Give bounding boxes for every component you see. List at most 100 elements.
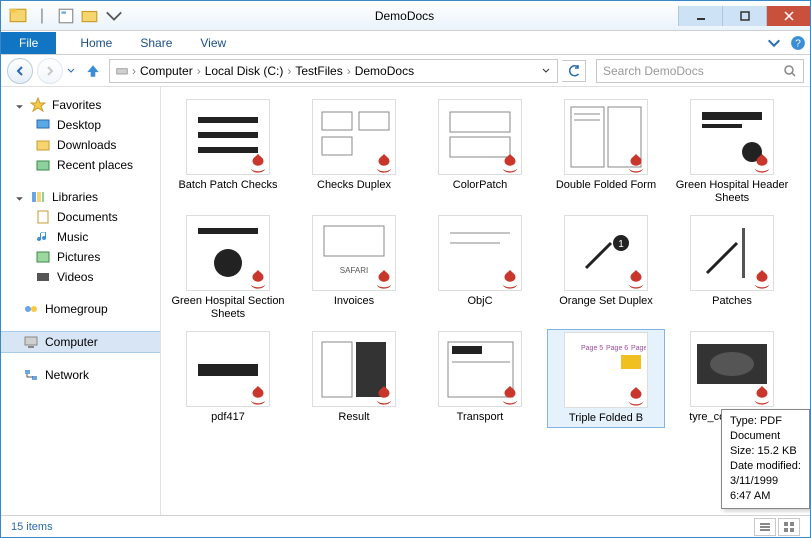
documents-icon [35, 209, 51, 225]
breadcrumb-dropdown-icon[interactable] [539, 67, 553, 75]
file-thumbnail [690, 331, 774, 407]
file-item[interactable]: Green Hospital Header Sheets [673, 97, 791, 207]
view-thumbnails-button[interactable] [778, 518, 800, 536]
file-item[interactable]: Page 5Page 6Page 1Triple Folded B [547, 329, 665, 428]
statusbar: 15 items [1, 515, 810, 537]
file-label: ColorPatch [423, 179, 537, 192]
sidebar-item-downloads[interactable]: Downloads [1, 135, 160, 155]
svg-text:1: 1 [618, 239, 624, 250]
file-label: ObjC [423, 295, 537, 308]
refresh-button[interactable] [562, 60, 586, 82]
minimize-button[interactable] [678, 6, 722, 26]
drive-icon [114, 63, 130, 79]
file-item[interactable]: Transport [421, 329, 539, 428]
chevron-right-icon[interactable]: › [285, 64, 293, 78]
pdf-icon [751, 384, 773, 406]
view-details-button[interactable] [754, 518, 776, 536]
sidebar-item-label: Network [45, 368, 89, 382]
sidebar-item-label: Videos [57, 270, 93, 284]
pdf-icon [625, 385, 647, 407]
file-item[interactable]: 1 Orange Set Duplex [547, 213, 665, 323]
sidebar-item-pictures[interactable]: Pictures [1, 247, 160, 267]
file-item[interactable]: Checks Duplex [295, 97, 413, 207]
tooltip-size: Size: 15.2 KB [730, 444, 801, 459]
ribbon-expand-icon[interactable] [766, 35, 782, 51]
sidebar-network[interactable]: Network [1, 365, 160, 385]
downloads-icon [35, 137, 51, 153]
back-button[interactable] [7, 58, 33, 84]
videos-icon [35, 269, 51, 285]
pdf-icon [373, 268, 395, 290]
sidebar-favorites[interactable]: Favorites [1, 95, 160, 115]
sidebar-item-recent[interactable]: Recent places [1, 155, 160, 175]
help-icon[interactable]: ? [790, 35, 806, 51]
expand-icon [15, 101, 24, 110]
tab-view[interactable]: View [186, 32, 240, 54]
sidebar-item-desktop[interactable]: Desktop [1, 115, 160, 135]
file-thumbnail [438, 99, 522, 175]
bc-folder2[interactable]: DemoDocs [353, 64, 416, 78]
homegroup-icon [23, 301, 39, 317]
qat-newfolder-icon[interactable] [81, 7, 99, 25]
bc-folder1[interactable]: TestFiles [293, 64, 344, 78]
sidebar-homegroup[interactable]: Homegroup [1, 299, 160, 319]
pdf-icon [499, 384, 521, 406]
file-item[interactable]: Green Hospital Section Sheets [169, 213, 287, 323]
file-grid: Batch Patch ChecksChecks Duplex ColorPatc… [161, 87, 810, 515]
close-button[interactable] [766, 6, 810, 26]
chevron-right-icon[interactable]: › [130, 64, 138, 78]
file-item[interactable]: ColorPatch [421, 97, 539, 207]
file-thumbnail [312, 99, 396, 175]
svg-text:Page 5: Page 5 [581, 345, 603, 352]
file-item[interactable]: Double Folded Form [547, 97, 665, 207]
chevron-right-icon[interactable]: › [345, 64, 353, 78]
file-item[interactable]: pdf417 [169, 329, 287, 428]
maximize-button[interactable] [722, 6, 766, 26]
file-label: Green Hospital Header Sheets [675, 179, 789, 205]
search-input[interactable]: Search DemoDocs [596, 59, 804, 83]
tab-home[interactable]: Home [66, 32, 126, 54]
file-tab[interactable]: File [1, 32, 56, 54]
file-item[interactable]: Batch Patch Checks [169, 97, 287, 207]
history-dropdown-icon[interactable] [67, 62, 77, 80]
network-icon [23, 367, 39, 383]
file-label: pdf417 [171, 411, 285, 424]
file-thumbnail [186, 99, 270, 175]
bc-drive[interactable]: Local Disk (C:) [203, 64, 286, 78]
sidebar-computer[interactable]: Computer [1, 331, 160, 353]
sidebar: Favorites Desktop Downloads Recent place… [1, 87, 161, 515]
sidebar-item-videos[interactable]: Videos [1, 267, 160, 287]
ribbon: File Home Share View ? [1, 31, 810, 55]
search-placeholder: Search DemoDocs [603, 64, 783, 78]
file-thumbnail [564, 99, 648, 175]
chevron-right-icon[interactable]: › [195, 64, 203, 78]
file-thumbnail [312, 331, 396, 407]
file-item[interactable]: Patches [673, 213, 791, 323]
sidebar-item-music[interactable]: Music [1, 227, 160, 247]
pdf-icon [247, 152, 269, 174]
file-item[interactable]: ObjC [421, 213, 539, 323]
sidebar-item-label: Pictures [57, 250, 100, 264]
sidebar-libraries[interactable]: Libraries [1, 187, 160, 207]
bc-computer[interactable]: Computer [138, 64, 195, 78]
pdf-icon [625, 152, 647, 174]
file-label: Double Folded Form [549, 179, 663, 192]
tooltip-modified: Date modified: 3/11/1999 6:47 AM [730, 459, 801, 504]
file-item[interactable]: SAFARIInvoices [295, 213, 413, 323]
breadcrumb[interactable]: › Computer › Local Disk (C:) › TestFiles… [109, 59, 558, 83]
navbar: › Computer › Local Disk (C:) › TestFiles… [1, 55, 810, 87]
star-icon [30, 97, 46, 113]
qat-properties-icon[interactable] [57, 7, 75, 25]
desktop-icon [35, 117, 51, 133]
file-label: Orange Set Duplex [549, 295, 663, 308]
music-icon [35, 229, 51, 245]
up-button[interactable] [81, 59, 105, 83]
forward-button[interactable] [37, 58, 63, 84]
pdf-icon [373, 152, 395, 174]
sidebar-item-documents[interactable]: Documents [1, 207, 160, 227]
file-item[interactable]: Result [295, 329, 413, 428]
pdf-icon [625, 268, 647, 290]
tab-share[interactable]: Share [126, 32, 186, 54]
libraries-icon [30, 189, 46, 205]
qat-dropdown-icon[interactable] [105, 7, 123, 25]
